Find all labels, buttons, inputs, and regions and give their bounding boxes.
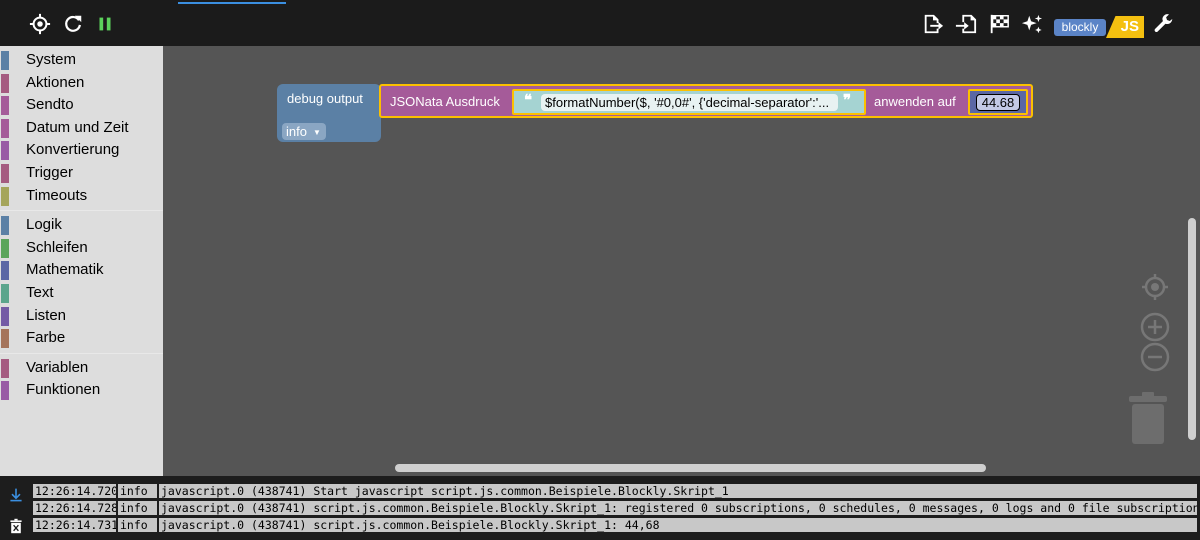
category-swatch <box>1 141 9 161</box>
category-datum-und-zeit[interactable]: Datum und Zeit <box>0 117 163 140</box>
log-row: 12:26:14.728 info javascript.0 (438741) … <box>32 500 1198 516</box>
category-label: Sendto <box>26 96 74 114</box>
category-logik[interactable]: Logik <box>0 214 163 237</box>
category-variablen[interactable]: Variablen <box>0 357 163 380</box>
category-trigger[interactable]: Trigger <box>0 162 163 185</box>
category-label: Funktionen <box>26 381 101 399</box>
category-swatch <box>1 73 9 93</box>
category-swatch <box>1 329 9 349</box>
recenter-icon[interactable] <box>1140 272 1170 302</box>
category-swatch <box>1 283 9 303</box>
category-swatch <box>1 96 9 116</box>
category-group-2: Logik Schleifen Mathematik Text Listen F… <box>0 214 163 350</box>
log-time: 12:26:14.720 <box>32 483 117 499</box>
category-label: Datum und Zeit <box>26 118 129 136</box>
category-separator <box>0 210 163 212</box>
category-label: Aktionen <box>26 73 85 91</box>
category-swatch <box>1 216 9 236</box>
close-quote-icon: ❞ <box>843 92 852 109</box>
category-system[interactable]: System <box>0 49 163 72</box>
category-farbe[interactable]: Farbe <box>0 327 163 350</box>
scroll-to-bottom-icon[interactable] <box>6 485 26 505</box>
category-sendto[interactable]: Sendto <box>0 94 163 117</box>
log-message: javascript.0 (438741) script.js.common.B… <box>158 500 1198 516</box>
refresh-icon[interactable] <box>62 13 84 35</box>
category-label: Logik <box>26 216 62 234</box>
import-icon[interactable] <box>955 13 977 35</box>
wrench-icon[interactable] <box>1153 13 1175 35</box>
category-label: Trigger <box>26 163 73 181</box>
crosshair-icon[interactable] <box>29 13 51 35</box>
category-label: Text <box>26 283 54 301</box>
category-swatch <box>1 186 9 206</box>
category-swatch <box>1 358 9 378</box>
blockly-js-toggle[interactable]: blockly JS <box>1054 16 1144 38</box>
active-tab-indicator <box>178 2 286 4</box>
category-label: Schleifen <box>26 238 88 256</box>
category-listen[interactable]: Listen <box>0 305 163 328</box>
category-text[interactable]: Text <box>0 282 163 305</box>
category-konvertierung[interactable]: Konvertierung <box>0 139 163 162</box>
workspace-vertical-scrollbar[interactable] <box>1188 218 1196 440</box>
clear-log-icon[interactable] <box>6 516 26 536</box>
category-swatch <box>1 51 9 70</box>
log-panel: 12:26:14.720 info javascript.0 (438741) … <box>0 476 1200 540</box>
log-time: 12:26:14.728 <box>32 500 117 516</box>
zoom-out-icon[interactable] <box>1140 342 1170 372</box>
log-level: info <box>117 517 158 533</box>
category-swatch <box>1 163 9 183</box>
category-mathematik[interactable]: Mathematik <box>0 259 163 282</box>
export-icon[interactable] <box>922 13 944 35</box>
category-timeouts[interactable]: Timeouts <box>0 185 163 208</box>
js-logo-label: JS <box>1106 16 1144 38</box>
blockly-logo-label: blockly <box>1054 19 1106 36</box>
category-separator <box>0 352 163 354</box>
trash-icon[interactable] <box>1128 392 1168 444</box>
category-label: Farbe <box>26 329 66 347</box>
toolbar: blockly JS <box>0 0 1200 46</box>
category-swatch <box>1 118 9 138</box>
log-time: 12:26:14.731 <box>32 517 117 533</box>
sparkle-icon[interactable] <box>1021 13 1043 35</box>
category-label: Mathematik <box>26 261 104 279</box>
debug-output-label: debug output <box>287 91 363 106</box>
category-funktionen[interactable]: Funktionen <box>0 379 163 402</box>
category-swatch <box>1 238 9 258</box>
flag-icon[interactable] <box>988 13 1010 35</box>
pause-icon[interactable] <box>94 13 116 35</box>
log-row: 12:26:14.731 info javascript.0 (438741) … <box>32 517 1198 533</box>
category-label: System <box>26 51 77 68</box>
category-label: Listen <box>26 306 67 324</box>
jsonata-label: JSONata Ausdruck <box>390 94 500 109</box>
category-swatch <box>1 261 9 281</box>
apply-label: anwenden auf <box>874 94 956 109</box>
number-input[interactable]: 44.68 <box>976 94 1020 111</box>
category-label: Konvertierung <box>26 141 120 159</box>
category-group-3: Variablen Funktionen <box>0 357 163 402</box>
category-label: Variablen <box>26 358 89 376</box>
workspace-horizontal-scrollbar[interactable] <box>395 464 986 472</box>
category-toolbox: System Aktionen Sendto Datum und Zeit Ko… <box>0 46 163 476</box>
log-message: javascript.0 (438741) script.js.common.B… <box>158 517 1198 533</box>
log-level-value: info <box>286 124 307 139</box>
category-schleifen[interactable]: Schleifen <box>0 237 163 260</box>
log-row: 12:26:14.720 info javascript.0 (438741) … <box>32 483 1198 499</box>
expression-input[interactable]: $formatNumber($, '#0,0#', {'decimal-sepa… <box>541 94 838 111</box>
open-quote-icon: ❝ <box>524 92 533 109</box>
category-swatch <box>1 306 9 326</box>
category-group-1: System Aktionen Sendto Datum und Zeit Ko… <box>0 49 163 207</box>
chevron-down-icon: ▼ <box>312 128 321 138</box>
category-swatch <box>1 381 9 401</box>
category-label: Timeouts <box>26 186 88 204</box>
log-level: info <box>117 500 158 516</box>
zoom-in-icon[interactable] <box>1140 312 1170 342</box>
log-level-dropdown[interactable]: info ▼ <box>282 123 326 140</box>
log-level: info <box>117 483 158 499</box>
category-aktionen[interactable]: Aktionen <box>0 72 163 95</box>
log-message: javascript.0 (438741) Start javascript s… <box>158 483 1198 499</box>
